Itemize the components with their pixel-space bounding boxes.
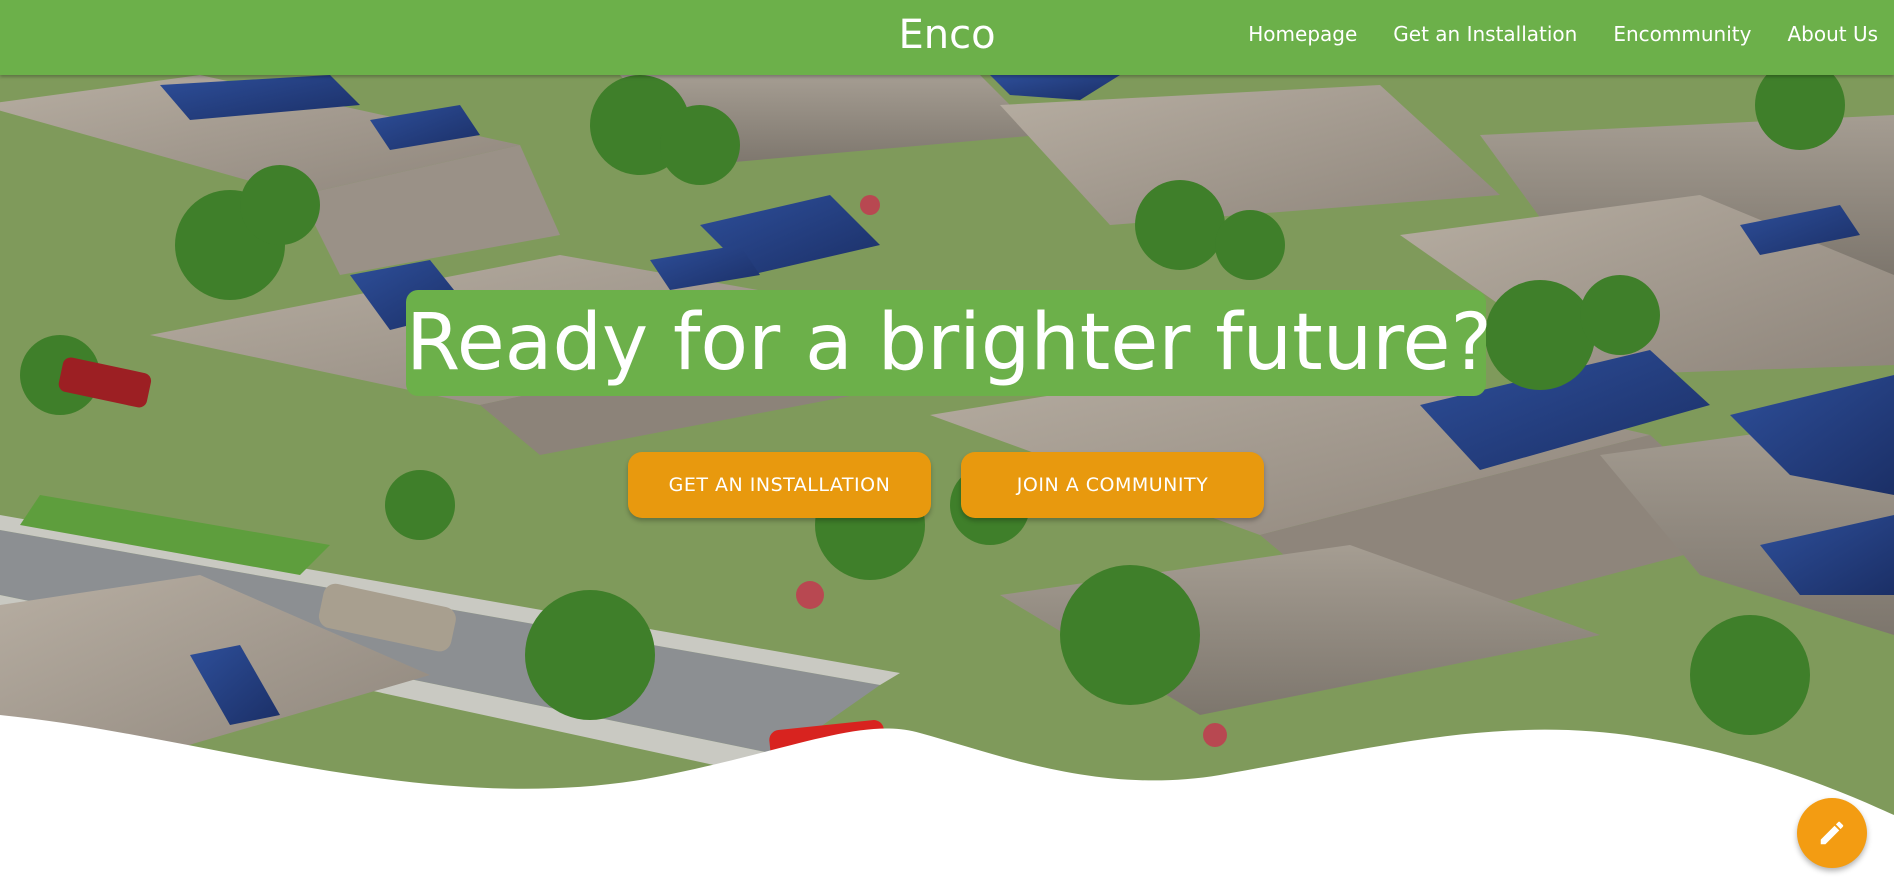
join-community-button[interactable]: JOIN A COMMUNITY xyxy=(961,452,1264,518)
pencil-icon xyxy=(1820,821,1844,845)
nav-link-get-installation[interactable]: Get an Installation xyxy=(1393,18,1577,50)
nav-links: Homepage Get an Installation Encommunity… xyxy=(1212,18,1878,50)
get-installation-button[interactable]: GET AN INSTALLATION xyxy=(628,452,931,518)
hero-section: Ready for a brighter future? GET AN INST… xyxy=(0,75,1894,815)
nav-link-encommunity[interactable]: Encommunity xyxy=(1613,18,1751,50)
nav-link-about-us[interactable]: About Us xyxy=(1787,18,1878,50)
hero-background-image xyxy=(0,75,1894,815)
top-navbar: Enco Homepage Get an Installation Encomm… xyxy=(0,0,1894,75)
hero-headline: Ready for a brighter future? xyxy=(406,290,1492,396)
edit-fab-button[interactable] xyxy=(1797,798,1867,868)
nav-link-homepage[interactable]: Homepage xyxy=(1248,18,1357,50)
